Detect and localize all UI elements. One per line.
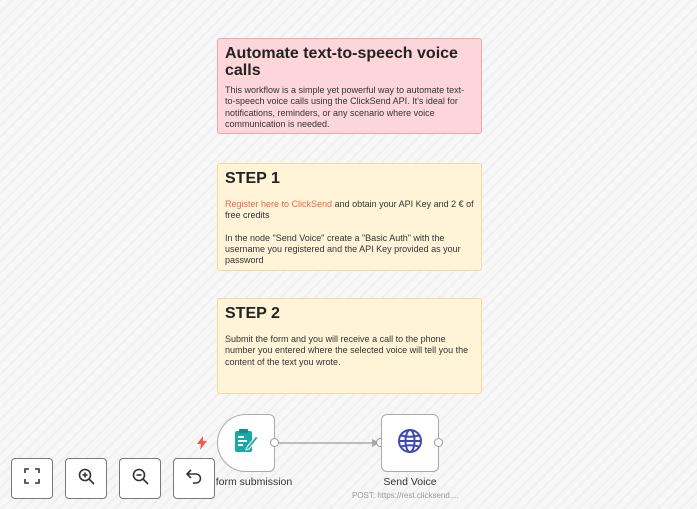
zoom-out-button[interactable] [119, 458, 161, 499]
action-node-subtitle: POST: https://rest.clicksend.... [352, 491, 459, 500]
clicksend-register-link[interactable]: Register here to ClickSend [225, 199, 332, 209]
step1-note-body-1: Register here to ClickSend and obtain yo… [225, 199, 474, 222]
trigger-output-port[interactable] [270, 438, 279, 447]
undo-icon [185, 468, 202, 489]
fit-view-icon [24, 468, 40, 489]
send-voice-node[interactable] [381, 414, 439, 472]
fit-view-button[interactable] [11, 458, 53, 499]
step2-note-title: STEP 2 [225, 305, 280, 322]
zoom-in-button[interactable] [65, 458, 107, 499]
zoom-in-icon [78, 468, 95, 490]
intro-note-body: This workflow is a simple yet powerful w… [225, 85, 465, 129]
intro-note-title: Automate text-to-speech voice calls [225, 45, 458, 79]
zoom-out-icon [132, 468, 149, 490]
action-output-port[interactable] [434, 438, 443, 447]
globe-icon [397, 428, 423, 459]
step2-note-body: Submit the form and you will receive a c… [225, 334, 469, 367]
trigger-lightning-icon [197, 436, 207, 450]
form-submission-node[interactable] [217, 414, 275, 472]
step1-note-body-2: In the node "Send Voice" create a "Basic… [225, 232, 461, 266]
trigger-node-label: form submission [215, 476, 293, 488]
intro-sticky-note[interactable]: Automate text-to-speech voice calls This… [217, 38, 482, 134]
step2-sticky-note[interactable]: STEP 2 Submit the form and you will rece… [217, 298, 482, 394]
undo-button[interactable] [173, 458, 215, 499]
action-node-label: Send Voice [383, 476, 437, 488]
step1-sticky-note[interactable]: STEP 1 Register here to ClickSend and ob… [217, 163, 482, 271]
form-icon [233, 428, 259, 459]
step1-note-title: STEP 1 [225, 170, 280, 187]
